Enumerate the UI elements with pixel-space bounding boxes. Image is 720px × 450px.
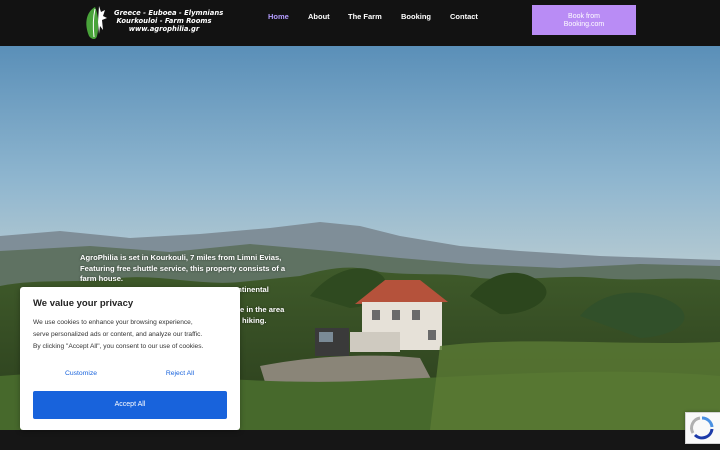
cookie-text: We use cookies to enhance your browsing … xyxy=(33,317,233,352)
logo-line: www.agrophilia.gr xyxy=(128,25,200,33)
book-button-line: Book from xyxy=(568,13,600,20)
cookie-customize-button[interactable]: Customize xyxy=(34,365,128,382)
site-header: Greece - Euboea - Elymnians Kourkouloi -… xyxy=(0,0,720,46)
cookie-consent-dialog: We value your privacy We use cookies to … xyxy=(20,287,240,430)
logo-text: Greece - Euboea - Elymnians Kourkouloi -… xyxy=(114,9,224,33)
hero-line: AgroPhilia is set in Kourkouli, 7 miles … xyxy=(80,253,282,262)
hero-line: Featuring free shuttle service, this pro… xyxy=(80,263,286,273)
nav-home[interactable]: Home xyxy=(268,12,289,21)
book-button-line: Booking.com xyxy=(563,20,605,28)
hero-line: farm house. xyxy=(80,274,124,284)
goat-leaf-logo-icon xyxy=(86,6,107,39)
nav-the-farm[interactable]: The Farm xyxy=(348,12,382,21)
book-booking-button[interactable]: Book from Booking.com xyxy=(532,5,636,35)
cookie-reject-button[interactable]: Reject All xyxy=(133,365,227,382)
site-logo[interactable]: Greece - Euboea - Elymnians Kourkouloi -… xyxy=(80,4,224,42)
recaptcha-icon xyxy=(690,416,714,440)
nav-contact[interactable]: Contact xyxy=(450,12,478,21)
logo-line: Kourkouloi - Farm Rooms xyxy=(116,17,212,25)
cookie-title: We value your privacy xyxy=(33,298,134,309)
cookie-text-line: We use cookies to enhance your browsing … xyxy=(33,319,193,326)
nav-booking[interactable]: Booking xyxy=(401,12,431,21)
cookie-text-line: serve personalized ads or content, and a… xyxy=(33,330,203,338)
nav-about[interactable]: About xyxy=(308,12,330,21)
cookie-accept-button[interactable]: Accept All xyxy=(33,391,227,419)
recaptcha-badge[interactable] xyxy=(685,412,720,444)
footer-strip xyxy=(0,430,720,450)
logo-line: Greece - Euboea - Elymnians xyxy=(114,9,224,17)
cookie-text-line: By clicking "Accept All", you consent to… xyxy=(33,342,204,350)
